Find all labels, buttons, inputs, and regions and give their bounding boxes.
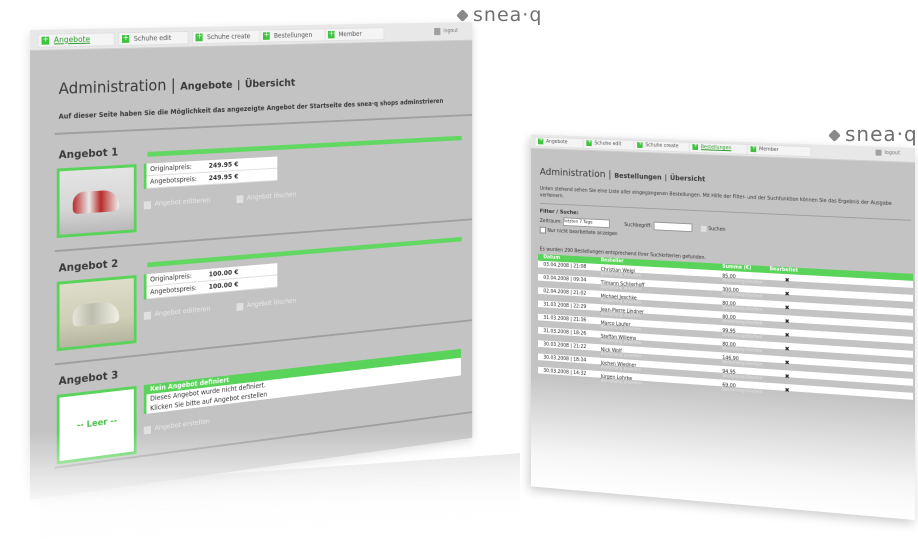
table-body: 03.04.2008 | 21:08 Christian Weigl 85,00 ✖ B… — [538, 260, 914, 407]
processed-x-icon[interactable]: ✖ — [785, 346, 790, 353]
filter-panel: Filter / Suche: Zeitraum: letzten 7 Tage… — [539, 209, 726, 243]
offer-actions: Angebot erstellen — [143, 414, 234, 435]
edit-icon — [143, 311, 152, 321]
plus-icon — [538, 138, 544, 145]
processed-x-icon[interactable]: ✖ — [785, 277, 790, 284]
logout-button[interactable]: logout — [434, 26, 458, 37]
nav-schuhe-create[interactable]: Schuhe create — [633, 139, 691, 153]
offer-title: Angebot 3 — [58, 368, 119, 388]
page-title: Administration | Bestellungen | Übersich… — [539, 166, 706, 184]
logout-icon — [875, 149, 882, 156]
logo-icon — [456, 9, 469, 22]
processed-x-icon[interactable]: ✖ — [785, 304, 790, 311]
plus-icon — [262, 32, 270, 40]
plus-icon — [121, 35, 130, 43]
orders-table: Datum Besteller Summe (€) Bearbeitet 03.… — [538, 254, 914, 407]
nav-angebote[interactable]: Angebote — [37, 32, 115, 48]
processed-x-icon[interactable]: ✖ — [785, 291, 790, 298]
plus-icon — [195, 33, 203, 42]
delete-offer-button[interactable]: Angebot löschen — [236, 191, 296, 204]
plus-icon — [692, 144, 699, 151]
shoe-image — [72, 189, 120, 215]
logout-icon — [434, 27, 441, 36]
nav-member[interactable]: Member — [324, 27, 385, 42]
processed-x-icon[interactable]: ✖ — [785, 359, 790, 366]
delete-offer-button[interactable]: Angebot löschen — [236, 297, 296, 312]
edit-icon — [143, 201, 152, 210]
nav-angebote[interactable]: Angebote — [534, 136, 587, 149]
nav-bestellungen[interactable]: Bestellungen — [259, 28, 327, 43]
offer-title: Angebot 1 — [58, 145, 119, 162]
brand-logo-2: snea·q — [828, 122, 918, 146]
plus-icon — [750, 146, 757, 153]
search-icon[interactable] — [701, 225, 707, 232]
shoe-thumbnail[interactable] — [56, 164, 137, 239]
plus-icon — [327, 30, 335, 39]
top-nav: Angebote Schuhe edit Schuhe create Beste… — [30, 21, 473, 51]
offer-card: Angebot 1 Originalpreis: 249.95 € Angebot… — [55, 129, 462, 248]
logout-button[interactable]: logout — [875, 149, 900, 159]
shoe-thumbnail[interactable] — [56, 275, 137, 352]
plus-icon — [637, 142, 643, 149]
empty-thumbnail: -- Leer -- — [56, 385, 137, 465]
shoe-image — [72, 300, 120, 327]
nav-schuhe-edit[interactable]: Schuhe edit — [118, 30, 189, 46]
logo-icon — [828, 129, 841, 142]
processed-x-icon[interactable]: ✖ — [785, 318, 790, 325]
orders-admin-screen: Angebote Schuhe edit Schuhe create Beste… — [530, 134, 915, 520]
page-title: Administration | Angebote | Übersicht — [58, 75, 296, 98]
plus-icon — [586, 140, 592, 147]
create-offer-button[interactable]: Angebot erstellen — [143, 418, 210, 435]
offers-admin-screen: Angebote Schuhe edit Schuhe create Beste… — [30, 21, 473, 500]
edit-offer-button[interactable]: Angebot editieren — [143, 305, 210, 321]
nav-schuhe-edit[interactable]: Schuhe edit — [582, 138, 636, 151]
plus-icon — [41, 36, 50, 45]
delete-icon — [236, 302, 244, 312]
offer-bar — [147, 135, 462, 157]
price-box: Originalpreis: 249.95 € Angebotspreis: 249… — [143, 156, 278, 190]
no-offer-box: Kein Angebot definiert Dieses Angebot wu… — [143, 348, 461, 415]
delete-icon — [236, 195, 244, 204]
offer-actions: Angebot editieren Angebot löschen — [143, 295, 320, 321]
price-box: Originalpreis: 100.00 € Angebotspreis: 100… — [143, 263, 278, 300]
search-input[interactable] — [653, 221, 693, 233]
add-icon — [143, 425, 152, 435]
nav-schuhe-create[interactable]: Schuhe create — [192, 29, 263, 45]
offer-actions: Angebot editieren Angebot löschen — [143, 189, 320, 210]
processed-x-icon[interactable]: ✖ — [785, 387, 790, 394]
period-select[interactable]: letzten 7 Tage — [563, 217, 611, 229]
offer-bar — [147, 236, 462, 268]
nav-bestellungen[interactable]: Bestellungen — [688, 141, 749, 155]
unprocessed-checkbox[interactable] — [539, 226, 547, 234]
processed-x-icon[interactable]: ✖ — [785, 332, 790, 339]
processed-x-icon[interactable]: ✖ — [785, 373, 790, 380]
page: { "logo_text": "snea·q", "screen1": { "n… — [0, 0, 918, 557]
offer-title: Angebot 2 — [58, 257, 119, 275]
nav-member[interactable]: Member — [746, 144, 812, 158]
edit-offer-button[interactable]: Angebot editieren — [143, 196, 210, 210]
search-button[interactable]: Suchen — [708, 226, 725, 233]
